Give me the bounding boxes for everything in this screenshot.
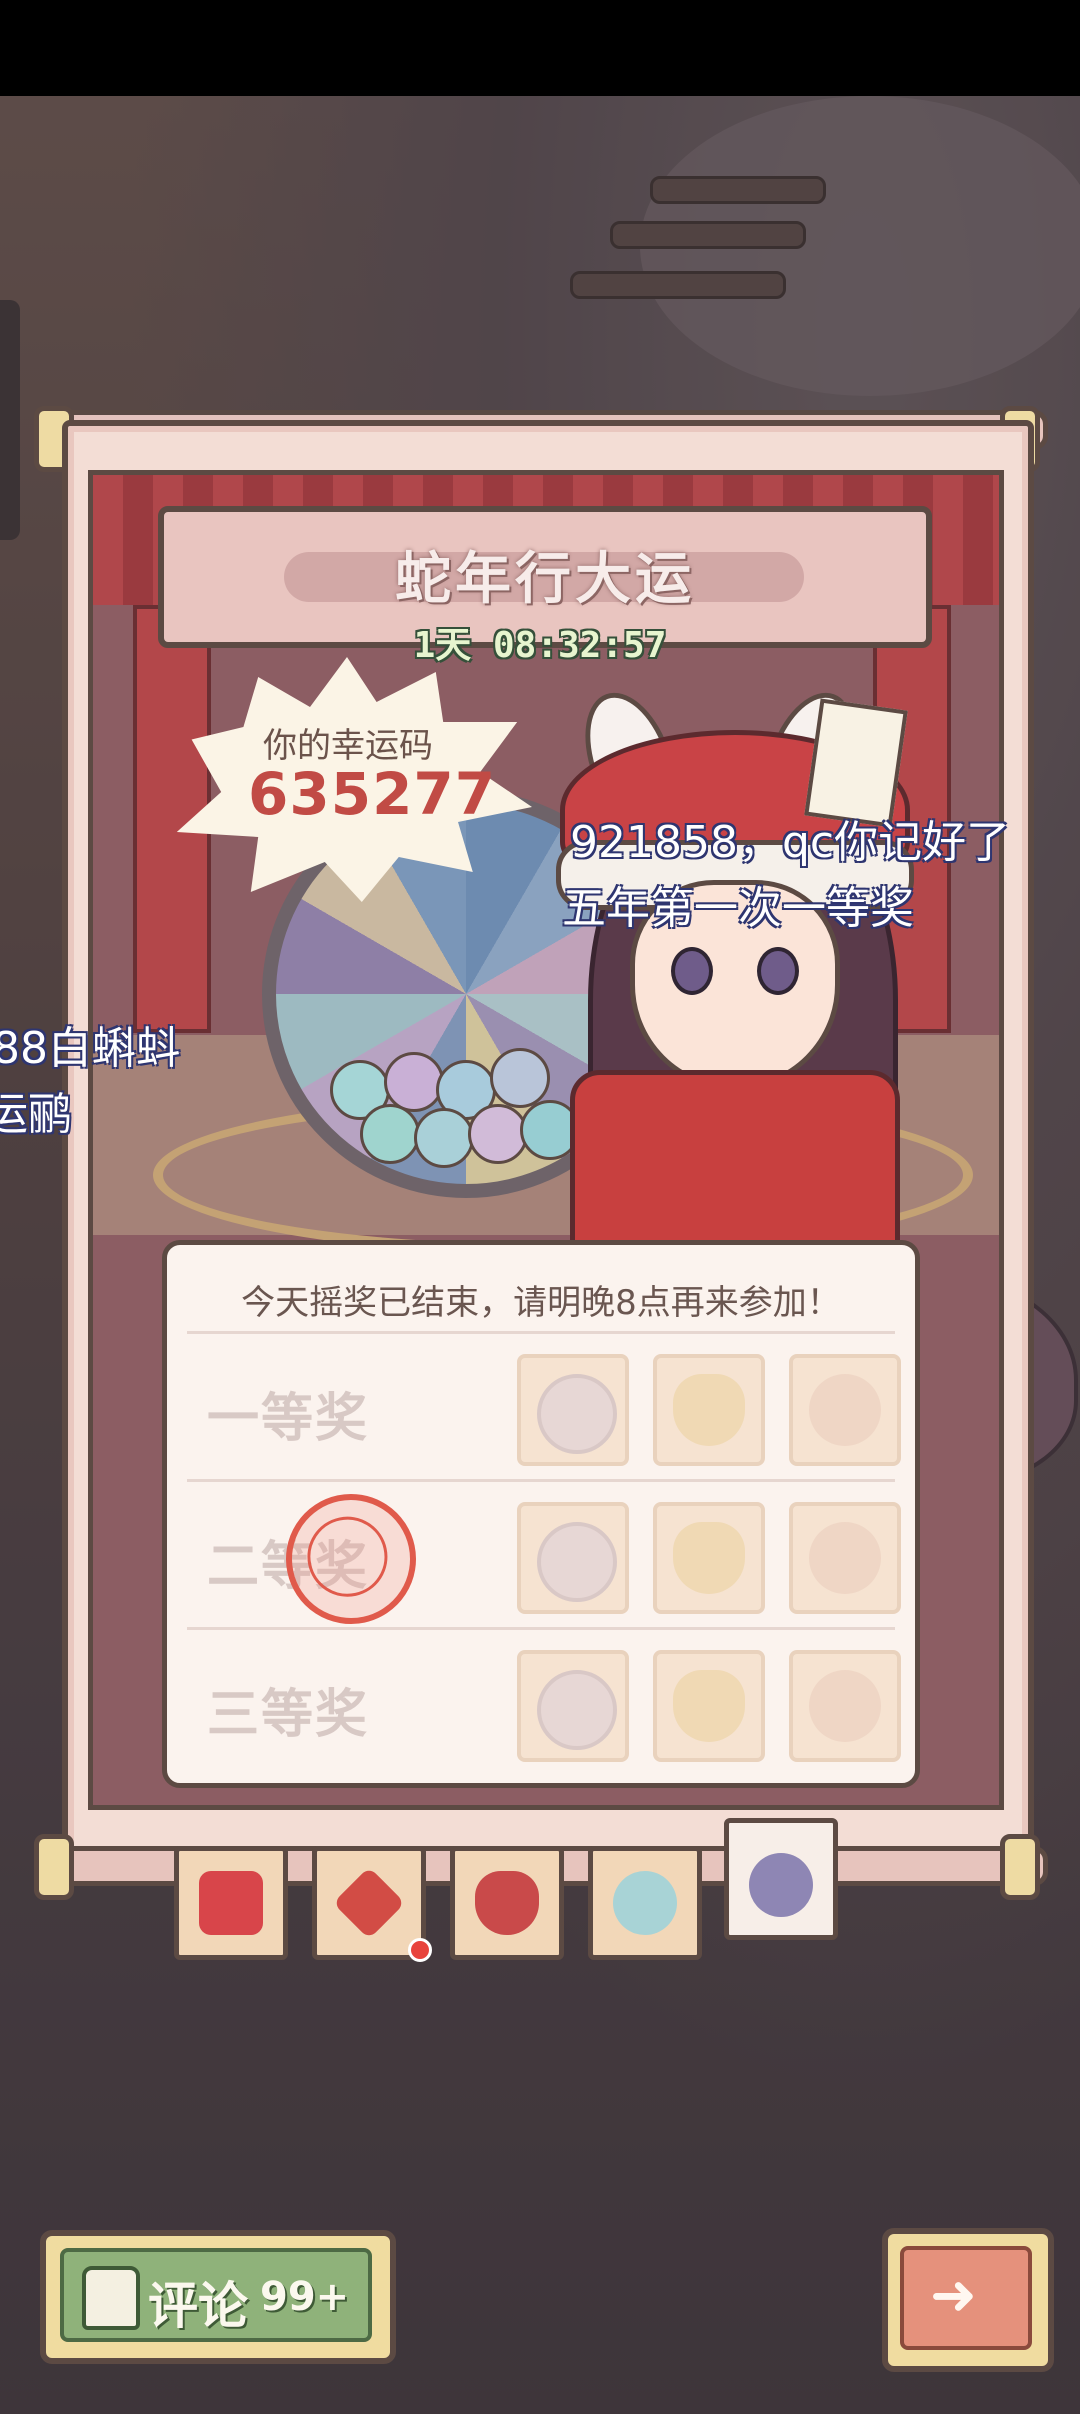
comment-button[interactable]: 评论 99+ — [40, 2230, 396, 2364]
tab-red-envelope[interactable] — [174, 1846, 288, 1960]
lottery-ball — [414, 1108, 474, 1168]
lottery-ball — [490, 1048, 550, 1108]
lottery-ball — [468, 1104, 528, 1164]
crystal-ball-icon[interactable] — [517, 1354, 629, 1466]
red-envelope-icon — [199, 1871, 263, 1935]
tab-lucky-bag[interactable] — [450, 1846, 564, 1960]
lucky-bag-icon — [475, 1871, 539, 1935]
candy-icon — [613, 1871, 677, 1935]
comment-label: 评论 — [148, 2277, 248, 2335]
fortune-fu-icon — [332, 1866, 406, 1940]
danmaku-message: 运鹂 — [0, 1089, 72, 1140]
danmaku-message: 88白蝌蚪 — [0, 1023, 180, 1074]
event-title: 蛇年行大运 — [395, 547, 695, 612]
crystal-ball-icon[interactable] — [517, 1650, 629, 1762]
lottery-ball — [360, 1104, 420, 1164]
tadpole-icon[interactable] — [789, 1502, 901, 1614]
edge-handle — [0, 300, 20, 540]
ink-pot-icon — [82, 2266, 140, 2330]
tab-candy[interactable] — [588, 1846, 702, 1960]
dumpling-icon[interactable] — [653, 1650, 765, 1762]
prize-tier-label: 三等奖 — [207, 1685, 370, 1745]
prize-panel: 今天摇奖已结束，请明晚8点再来参加！ 一等奖 二等奖 三等奖 — [162, 1240, 920, 1788]
prize-row-third: 三等奖 — [187, 1627, 901, 1778]
rod-knob — [34, 1834, 74, 1900]
tadpole-icon[interactable] — [789, 1650, 901, 1762]
dumpling-icon[interactable] — [653, 1502, 765, 1614]
notification-badge — [408, 1938, 432, 1962]
crystal-ball-icon[interactable] — [517, 1502, 629, 1614]
arrow-right-icon: ➜ — [930, 2263, 977, 2328]
next-button[interactable]: ➜ — [882, 2228, 1054, 2372]
draw-ended-notice: 今天摇奖已结束，请明晚8点再来参加！ — [241, 1283, 841, 1323]
dumpling-icon[interactable] — [653, 1354, 765, 1466]
lucky-code-value: 635277 — [248, 760, 497, 828]
lottery-ball — [384, 1052, 444, 1112]
countdown-timer: 1天 08:32:57 — [413, 625, 667, 666]
prize-tier-label: 一等奖 — [207, 1389, 370, 1449]
rod-knob — [1000, 1834, 1040, 1900]
lottery-wheel-icon — [749, 1853, 813, 1917]
danmaku-message: 921858，qc你记好了 — [570, 817, 1011, 868]
tadpole-icon[interactable] — [789, 1354, 901, 1466]
comment-count: 99+ — [260, 2274, 350, 2320]
danmaku-message: 五年第一次一等奖 — [562, 883, 914, 934]
prize-row-first: 一等奖 — [187, 1331, 901, 1482]
tab-lottery-wheel[interactable] — [724, 1818, 838, 1940]
